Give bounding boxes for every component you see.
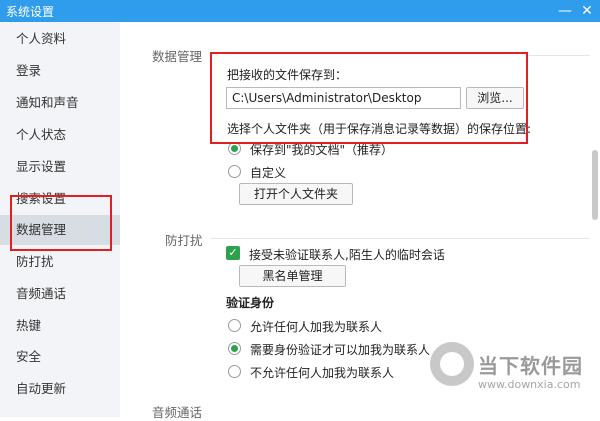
accept-temp-session-checkbox[interactable]: ✓ [226,246,240,260]
sidebar-item-label: 个人资料 [16,31,67,46]
require-verification-label: 需要身份验证才可以加我为联系人 [250,343,431,357]
sidebar-item-audio-call[interactable]: 音频通话 [0,279,120,309]
minimize-icon[interactable]: — [556,2,574,20]
sidebar-highlight-box [10,195,112,251]
allow-anyone-radio[interactable] [228,319,241,332]
sidebar-item-label: 热键 [16,318,42,333]
section-divider [210,238,590,239]
sidebar-item-auto-update[interactable]: 自动更新 [0,374,120,404]
accept-temp-session-label: 接受未验证联系人,陌生人的临时会话 [249,248,445,262]
allow-anyone-label: 允许任何人加我为联系人 [250,320,383,334]
sidebar-item-profile[interactable]: 个人资料 [0,24,120,54]
sidebar-item-security[interactable]: 安全 [0,342,120,372]
blacklist-management-button[interactable]: 黑名单管理 [239,265,346,287]
require-verification-radio[interactable] [228,342,241,355]
sidebar-item-label: 显示设置 [16,159,67,174]
vertical-scrollbar-thumb[interactable] [592,150,598,220]
sidebar-item-label: 安全 [16,349,42,364]
disallow-anyone-label: 不允许任何人加我为联系人 [250,366,395,380]
data-management-title: 数据管理 [152,49,203,64]
watermark-logo-icon [430,342,474,386]
sidebar-item-do-not-disturb[interactable]: 防打扰 [0,247,120,277]
sidebar-item-label: 自动更新 [16,381,67,396]
sidebar-item-label: 音频通话 [16,286,67,301]
sidebar-item-notifications[interactable]: 通知和声音 [0,88,120,118]
close-icon[interactable]: ✕ [578,2,596,20]
sidebar-item-label: 个人状态 [16,127,67,142]
sidebar-item-hotkeys[interactable]: 热键 [0,311,120,341]
title-bar: 系统设置 — ✕ [0,0,600,22]
open-personal-folder-button[interactable]: 打开个人文件夹 [239,183,353,205]
custom-location-radio[interactable] [228,165,241,178]
do-not-disturb-title: 防打扰 [165,233,203,248]
audio-call-title: 音频通话 [152,405,203,420]
sidebar-item-label: 防打扰 [16,254,54,269]
window-title: 系统设置 [6,5,55,19]
sidebar-item-display[interactable]: 显示设置 [0,152,120,182]
watermark-url: www.downxia.com [478,378,581,391]
disallow-anyone-radio[interactable] [228,365,241,378]
file-save-highlight-box [210,52,528,144]
sidebar-item-status[interactable]: 个人状态 [0,120,120,150]
custom-location-label: 自定义 [250,166,287,180]
watermark-brand: 当下软件园 [478,354,583,378]
sidebar-item-login[interactable]: 登录 [0,56,120,86]
sidebar-item-label: 通知和声音 [16,95,79,110]
sidebar-item-label: 登录 [16,63,42,78]
verify-identity-title: 验证身份 [226,296,275,310]
